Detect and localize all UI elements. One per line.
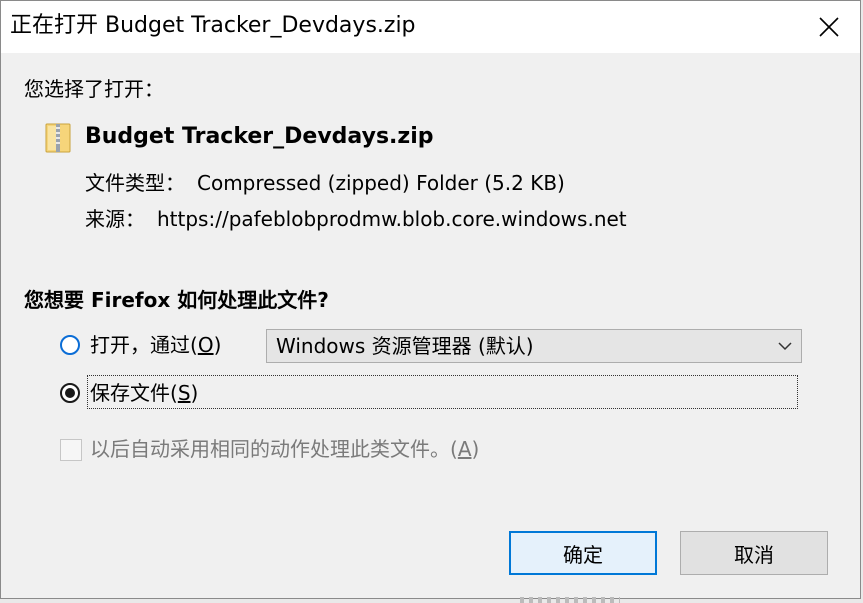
open-with-select[interactable]: Windows 资源管理器 (默认): [266, 329, 802, 363]
window-title: 正在打开 Budget Tracker_Devdays.zip: [10, 13, 416, 38]
title-bar: 正在打开 Budget Tracker_Devdays.zip: [1, 1, 860, 53]
file-source-value: https://pafeblobprodmw.blob.core.windows…: [157, 207, 627, 231]
dialog-content: 您选择了打开： Budget Tracker_Devdays.zip 文件类型：…: [1, 53, 860, 600]
ok-button[interactable]: 确定: [509, 531, 657, 575]
action-question: 您想要 Firefox 如何处理此文件?: [24, 288, 329, 312]
close-icon: [819, 17, 839, 37]
file-source-row: 来源： https://pafeblobprodmw.blob.core.wind…: [85, 206, 627, 232]
file-type-value: Compressed (zipped) Folder (5.2 KB): [197, 171, 565, 195]
file-type-label: 文件类型：: [85, 171, 185, 195]
remember-choice-label[interactable]: 以后自动采用相同的动作处理此类文件。(A): [90, 436, 479, 462]
open-with-select-value: Windows 资源管理器 (默认): [276, 334, 534, 358]
chevron-down-icon: [778, 342, 792, 351]
download-dialog: 正在打开 Budget Tracker_Devdays.zip 您选择了打开： …: [0, 0, 861, 599]
file-source-label: 来源：: [85, 207, 145, 231]
open-with-label[interactable]: 打开，通过(O): [90, 332, 221, 358]
open-with-radio[interactable]: [60, 335, 80, 355]
save-file-label[interactable]: 保存文件(S): [90, 380, 198, 406]
file-type-row: 文件类型： Compressed (zipped) Folder (5.2 KB): [85, 170, 565, 196]
prompt-text: 您选择了打开：: [24, 77, 164, 101]
background-text-fragment: [520, 597, 620, 603]
remember-choice-checkbox[interactable]: [60, 439, 82, 461]
file-name: Budget Tracker_Devdays.zip: [85, 124, 434, 149]
background-strip: [0, 599, 863, 603]
save-file-radio[interactable]: [60, 383, 80, 403]
cancel-button[interactable]: 取消: [680, 531, 828, 575]
close-button[interactable]: [798, 1, 860, 53]
zip-folder-icon: [45, 123, 71, 153]
